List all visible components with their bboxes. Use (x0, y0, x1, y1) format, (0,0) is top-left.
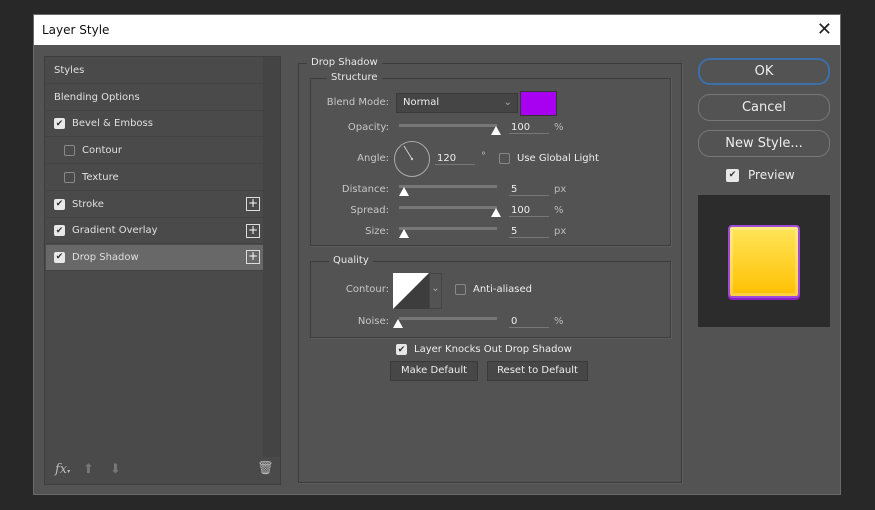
new-style-button[interactable]: New Style... (698, 130, 830, 157)
distance-slider-thumb[interactable] (399, 187, 409, 196)
checkbox[interactable]: ✔ (54, 118, 65, 130)
opacity-input[interactable]: 100 (509, 122, 549, 134)
preview-swatch (728, 225, 800, 298)
add-effect-icon[interactable]: + (246, 223, 260, 238)
checkbox[interactable]: ✔ (54, 251, 65, 263)
quality-group: Quality Contour: ⌄ Anti-aliased Noise: 0… (310, 255, 671, 338)
checkbox[interactable]: ✔ (396, 344, 407, 355)
checkbox[interactable]: ✔ (54, 225, 65, 237)
opacity-slider-thumb[interactable] (491, 126, 501, 135)
sidebar-item-contour[interactable]: Contour (46, 138, 263, 165)
title-bar: Layer Style ✕ (34, 15, 840, 45)
noise-slider-thumb[interactable] (393, 319, 403, 328)
blend-mode-select[interactable]: Normal ⌄ (396, 93, 518, 113)
sidebar-item-label: Texture (82, 171, 119, 183)
checkbox[interactable] (64, 171, 75, 183)
layer-style-dialog: Layer Style ✕ Styles Blending Options ✔ Bev… (33, 14, 841, 495)
cancel-button[interactable]: Cancel (698, 94, 830, 121)
ok-button[interactable]: OK (698, 58, 830, 85)
opacity-unit: % (554, 122, 564, 133)
shadow-color-swatch[interactable] (520, 91, 557, 116)
angle-input[interactable]: 120 (435, 153, 475, 165)
sidebar-item-blending-options[interactable]: Blending Options (46, 85, 263, 111)
make-default-button[interactable]: Make Default (390, 361, 478, 381)
add-effect-icon[interactable]: + (246, 197, 260, 211)
sidebar-item-stroke[interactable]: ✔ Stroke + (46, 192, 263, 218)
noise-slider[interactable] (399, 317, 497, 320)
contour-preview[interactable] (393, 273, 429, 309)
dialog-title: Layer Style (42, 23, 110, 37)
checkbox[interactable]: ✔ (726, 168, 739, 182)
sidebar-item-label: Stroke (72, 198, 104, 210)
contour-dropdown-chevron-icon[interactable]: ⌄ (429, 273, 442, 309)
reset-to-default-button[interactable]: Reset to Default (487, 361, 588, 381)
distance-input[interactable]: 5 (509, 184, 549, 196)
use-global-light-checkbox[interactable]: Use Global Light (499, 153, 599, 164)
chevron-down-icon: ⌄ (503, 97, 512, 108)
spread-slider-thumb[interactable] (491, 208, 501, 217)
style-preview (698, 195, 830, 327)
noise-input[interactable]: 0 (509, 316, 549, 328)
structure-group: Structure Blend Mode: Normal ⌄ Opacity: 1… (310, 72, 671, 246)
distance-slider[interactable] (399, 185, 497, 188)
sidebar-item-styles[interactable]: Styles (46, 58, 263, 84)
sidebar-item-drop-shadow[interactable]: ✔ Drop Shadow + (46, 244, 263, 271)
sidebar-item-label: Gradient Overlay (72, 225, 158, 237)
angle-dial[interactable] (393, 140, 431, 178)
move-up-icon[interactable]: ⬆ (83, 462, 94, 477)
angle-label: Angle: (357, 153, 389, 164)
noise-unit: % (554, 316, 564, 327)
contour-label: Contour: (345, 284, 389, 295)
noise-label: Noise: (357, 316, 389, 327)
trash-icon[interactable]: 🗑 (257, 461, 274, 476)
size-slider[interactable] (399, 227, 497, 230)
size-label: Size: (365, 226, 389, 237)
preview-checkbox[interactable]: ✔ Preview (726, 168, 795, 182)
checkbox[interactable] (64, 145, 75, 157)
angle-unit: ° (481, 151, 486, 162)
drop-shadow-title: Drop Shadow (307, 57, 382, 68)
checkbox[interactable] (499, 153, 510, 164)
knockout-checkbox[interactable]: ✔ Layer Knocks Out Drop Shadow (396, 344, 572, 355)
checkbox[interactable] (455, 284, 466, 295)
blend-mode-label: Blend Mode: (326, 97, 389, 108)
sidebar-item-gradient-overlay[interactable]: ✔ Gradient Overlay + (46, 218, 263, 245)
sidebar-item-bevel-emboss[interactable]: ✔ Bevel & Emboss (46, 111, 263, 138)
anti-aliased-checkbox[interactable]: Anti-aliased (455, 284, 532, 295)
spread-input[interactable]: 100 (509, 205, 549, 217)
quality-title: Quality (329, 255, 373, 266)
close-icon[interactable]: ✕ (817, 19, 832, 40)
size-unit: px (554, 226, 567, 237)
opacity-slider[interactable] (399, 124, 497, 127)
sidebar-item-texture[interactable]: Texture (46, 165, 263, 191)
distance-unit: px (554, 184, 567, 195)
spread-label: Spread: (350, 205, 389, 216)
fx-menu-button[interactable]: fx▾ (55, 462, 70, 477)
size-input[interactable]: 5 (509, 226, 549, 238)
styles-list-panel: Styles Blending Options ✔ Bevel & Emboss Con… (44, 56, 281, 485)
structure-title: Structure (327, 72, 382, 83)
sidebar-item-label: Contour (82, 145, 122, 157)
styles-list-scrollbar[interactable] (263, 57, 280, 457)
add-effect-icon[interactable]: + (246, 250, 260, 265)
sidebar-item-label: Bevel & Emboss (72, 118, 153, 130)
opacity-label: Opacity: (347, 122, 389, 133)
move-down-icon[interactable]: ⬇ (110, 462, 121, 477)
sidebar-item-label: Drop Shadow (72, 251, 139, 263)
sidebar-item-label: Blending Options (54, 91, 140, 103)
spread-slider[interactable] (399, 206, 497, 209)
checkbox[interactable]: ✔ (54, 198, 65, 210)
distance-label: Distance: (341, 184, 389, 195)
sidebar-item-label: Styles (54, 65, 85, 76)
size-slider-thumb[interactable] (399, 229, 409, 238)
spread-unit: % (554, 205, 564, 216)
